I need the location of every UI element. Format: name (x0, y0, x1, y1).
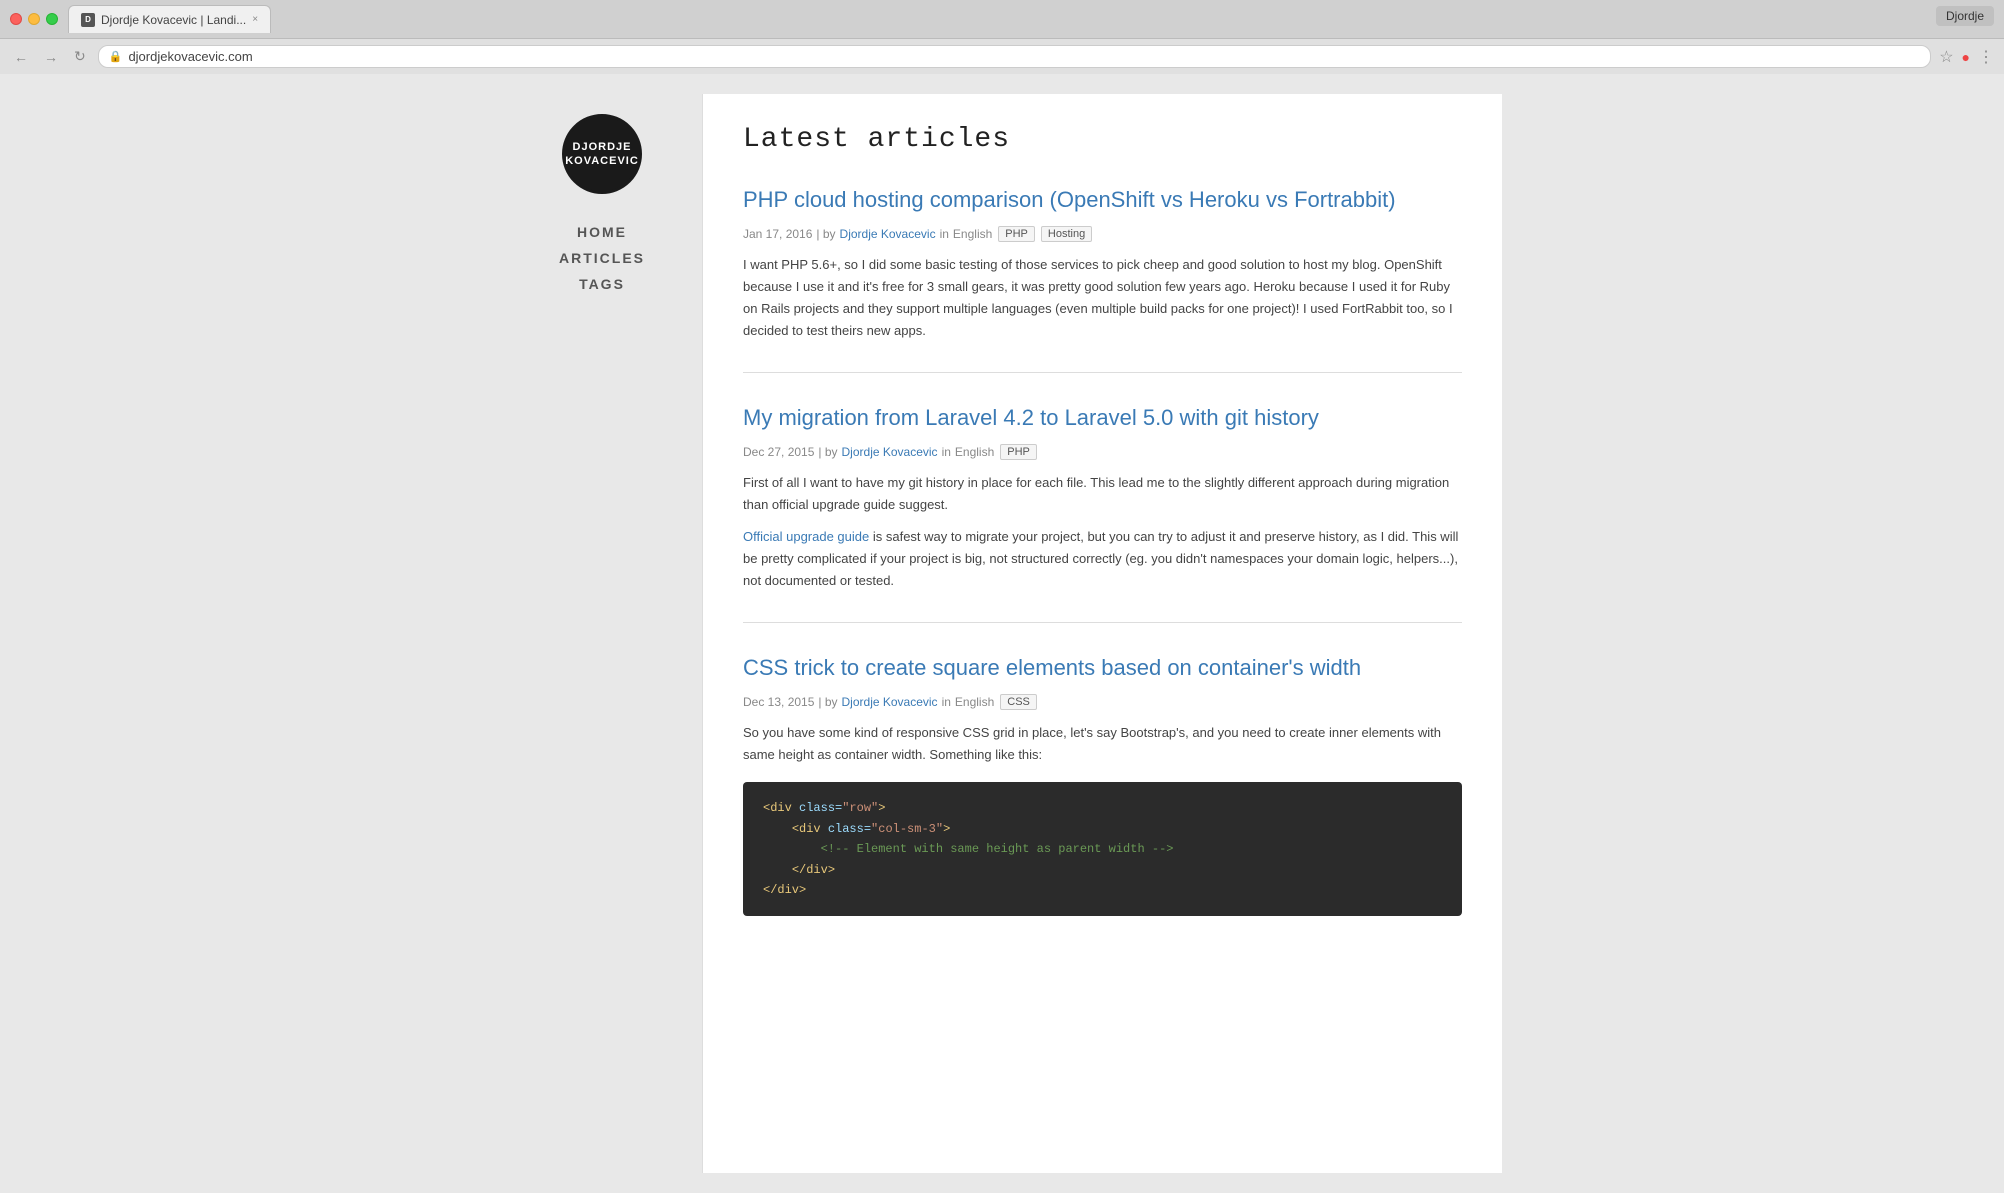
sidebar: DJORDJE KOVACEVIC HOME ARTICLES TAGS (502, 94, 702, 1173)
browser-addressbar: ← → ↻ 🔒 djordjekovacevic.com ☆ ● ⋮ (0, 38, 2004, 74)
page-title: Latest articles (743, 124, 1462, 155)
code-block: <div class="row"> <div class="col-sm-3">… (743, 782, 1462, 916)
code-line-1: <div class="row"> (763, 798, 1442, 818)
tab-favicon: D (81, 13, 95, 27)
article-meta: Dec 27, 2015 | by Djordje Kovacevic in E… (743, 444, 1462, 460)
article-title[interactable]: CSS trick to create square elements base… (743, 653, 1462, 684)
page-content: DJORDJE KOVACEVIC HOME ARTICLES TAGS Lat… (0, 74, 2004, 1193)
refresh-button[interactable]: ↻ (70, 46, 90, 67)
article-item: CSS trick to create square elements base… (743, 653, 1462, 946)
meta-in: in (942, 445, 951, 459)
article-language: English (953, 227, 992, 241)
article-excerpt-part1: First of all I want to have my git histo… (743, 472, 1462, 516)
article-item: My migration from Laravel 4.2 to Laravel… (743, 403, 1462, 623)
browser-titlebar: D Djordje Kovacevic | Landi... × Djordje (0, 0, 2004, 38)
article-excerpt: So you have some kind of responsive CSS … (743, 722, 1462, 766)
meta-separator: | by (818, 445, 837, 459)
main-content: Latest articles PHP cloud hosting compar… (702, 94, 1502, 1173)
meta-in: in (942, 695, 951, 709)
meta-separator: | by (818, 695, 837, 709)
article-language: English (955, 445, 994, 459)
forward-button[interactable]: → (40, 47, 62, 67)
code-line-2: <div class="col-sm-3"> (763, 819, 1442, 839)
article-date: Dec 27, 2015 (743, 445, 814, 459)
article-meta: Jan 17, 2016 | by Djordje Kovacevic in E… (743, 226, 1462, 242)
article-date: Jan 17, 2016 (743, 227, 812, 241)
menu-icon[interactable]: ⋮ (1978, 47, 1994, 67)
article-author[interactable]: Djordje Kovacevic (840, 227, 936, 241)
article-excerpt-part2: Official upgrade guide is safest way to … (743, 526, 1462, 592)
nav-home[interactable]: HOME (577, 224, 627, 240)
address-url[interactable]: djordjekovacevic.com (128, 49, 252, 64)
profile-button[interactable]: Djordje (1936, 6, 1994, 26)
logo-line1: DJORDJE (573, 140, 632, 154)
tab-close-icon[interactable]: × (252, 14, 258, 25)
article-excerpt: I want PHP 5.6+, so I did some basic tes… (743, 254, 1462, 342)
tab-label: Djordje Kovacevic | Landi... (101, 13, 246, 27)
nav-menu: HOME ARTICLES TAGS (559, 224, 645, 292)
code-line-3: <!-- Element with same height as parent … (763, 839, 1442, 859)
extensions-icon[interactable]: ● (1962, 49, 1970, 65)
article-item: PHP cloud hosting comparison (OpenShift … (743, 185, 1462, 373)
back-button[interactable]: ← (10, 47, 32, 67)
browser-actions: ☆ ● ⋮ (1939, 47, 1994, 67)
close-button[interactable] (10, 13, 22, 25)
article-author[interactable]: Djordje Kovacevic (842, 695, 938, 709)
article-date: Dec 13, 2015 (743, 695, 814, 709)
article-title[interactable]: My migration from Laravel 4.2 to Laravel… (743, 403, 1462, 434)
article-meta: Dec 13, 2015 | by Djordje Kovacevic in E… (743, 694, 1462, 710)
article-title[interactable]: PHP cloud hosting comparison (OpenShift … (743, 185, 1462, 216)
browser-tab[interactable]: D Djordje Kovacevic | Landi... × (68, 5, 271, 33)
lock-icon: 🔒 (109, 50, 123, 63)
article-excerpt-link[interactable]: Official upgrade guide (743, 529, 869, 544)
tab-bar: D Djordje Kovacevic | Landi... × (68, 5, 1994, 33)
address-bar[interactable]: 🔒 djordjekovacevic.com (98, 45, 1931, 68)
article-language: English (955, 695, 994, 709)
nav-tags[interactable]: TAGS (579, 276, 625, 292)
site-logo[interactable]: DJORDJE KOVACEVIC (562, 114, 642, 194)
logo-line2: KOVACEVIC (565, 154, 639, 168)
tag-php[interactable]: PHP (1000, 444, 1037, 460)
traffic-lights (10, 13, 58, 25)
maximize-button[interactable] (46, 13, 58, 25)
code-line-4: </div> (763, 860, 1442, 880)
nav-articles[interactable]: ARTICLES (559, 250, 645, 266)
tag-php[interactable]: PHP (998, 226, 1035, 242)
meta-separator: | by (816, 227, 835, 241)
bookmark-icon[interactable]: ☆ (1939, 47, 1953, 67)
browser-chrome: D Djordje Kovacevic | Landi... × Djordje… (0, 0, 2004, 74)
tag-css[interactable]: CSS (1000, 694, 1037, 710)
site-container: DJORDJE KOVACEVIC HOME ARTICLES TAGS Lat… (502, 94, 1502, 1173)
article-author[interactable]: Djordje Kovacevic (842, 445, 938, 459)
code-line-5: </div> (763, 880, 1442, 900)
meta-in: in (940, 227, 949, 241)
minimize-button[interactable] (28, 13, 40, 25)
tag-hosting[interactable]: Hosting (1041, 226, 1092, 242)
